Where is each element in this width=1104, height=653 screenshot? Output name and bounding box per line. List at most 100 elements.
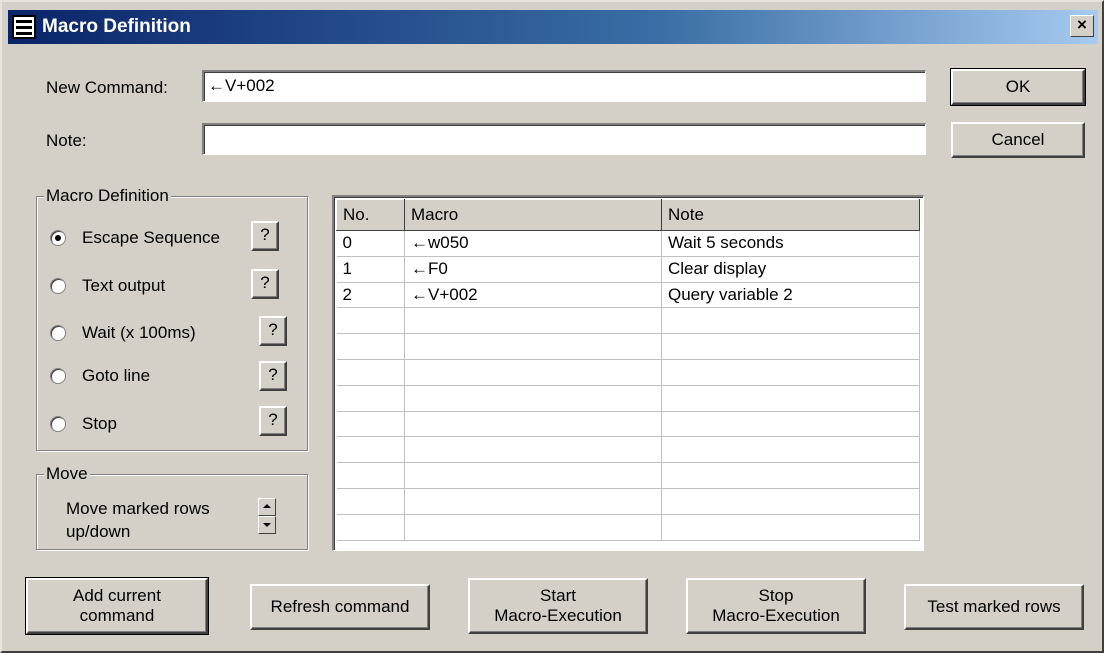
cell-no: 2 [336,282,405,309]
table-row-empty[interactable] [336,462,920,489]
table-row[interactable]: 1 ←F0 Clear display [336,256,920,283]
cell-empty [336,359,405,386]
radio-button[interactable] [50,325,66,341]
cell-empty [404,411,662,438]
column-header-note[interactable]: Note [661,199,920,231]
help-text-output-button[interactable]: ? [251,269,279,299]
add-button-label-line2: command [79,606,155,625]
cell-empty [336,436,405,464]
radio-selected-dot [55,235,61,241]
macro-table[interactable]: No. Macro Note 0 ←w050 Wait 5 seconds 1 … [332,195,924,551]
macro-definition-legend: Macro Definition [44,186,171,206]
cell-empty [336,514,405,541]
refresh-command-button[interactable]: Refresh command [250,584,430,630]
cell-empty [661,514,920,541]
start-button-label-line2: Macro-Execution [494,606,622,625]
new-command-field[interactable]: ←V+002 [202,70,926,102]
radio-button[interactable] [50,368,66,384]
move-down-button[interactable] [258,516,276,534]
table-row-empty[interactable] [336,333,920,360]
table-row-empty[interactable] [336,436,920,464]
cell-note: Wait 5 seconds [661,230,920,257]
help-goto-line-button[interactable]: ? [259,361,287,391]
stop-macro-execution-button[interactable]: Stop Macro-Execution [686,578,866,634]
radio-stop[interactable]: Stop [50,414,250,438]
cancel-button[interactable]: Cancel [951,122,1085,158]
cell-macro: ←F0 [404,256,662,283]
cell-empty [661,333,920,360]
cell-empty [661,385,920,412]
radio-button[interactable] [50,230,66,246]
table-row[interactable]: 2 ←V+002 Query variable 2 [336,282,920,309]
cell-empty [336,333,405,360]
arrow-up-icon [263,504,271,508]
table-row-empty[interactable] [336,514,920,541]
radio-label: Escape Sequence [82,228,220,247]
move-legend: Move [44,464,90,484]
help-escape-sequence-button[interactable]: ? [251,221,279,251]
radio-goto-line[interactable]: Goto line [50,366,250,390]
radio-wait[interactable]: Wait (x 100ms) [50,323,250,347]
add-current-command-button[interactable]: Add current command [25,577,209,635]
cell-empty [404,488,662,515]
title-bar[interactable]: Macro Definition × [8,10,1098,44]
cell-empty [661,488,920,515]
move-rows-label-line2: up/down [66,522,131,541]
help-stop-button[interactable]: ? [259,406,287,436]
cell-macro: ←V+002 [404,282,662,309]
radio-button[interactable] [50,278,66,294]
cell-macro: ←w050 [404,230,662,257]
start-button-label-line1: Start [540,586,576,605]
note-field[interactable] [202,123,926,155]
cancel-button-label: Cancel [991,130,1045,149]
column-header-no[interactable]: No. [336,199,405,231]
close-button[interactable]: × [1070,15,1094,37]
cell-empty [336,385,405,412]
window-menu-icon[interactable] [12,15,36,39]
move-rows-label-line1: Move marked rows [66,499,210,518]
new-command-label: New Command: [46,78,168,97]
cell-no: 1 [336,256,405,283]
radio-label: Goto line [82,366,151,385]
move-up-button[interactable] [258,498,276,516]
refresh-button-label: Refresh command [270,597,410,616]
add-button-label-line1: Add current [73,586,161,605]
stop-button-label-line1: Stop [758,586,794,605]
cell-empty [661,436,920,464]
table-row-empty[interactable] [336,488,920,515]
cell-note: Clear display [661,256,920,283]
radio-escape-sequence[interactable]: Escape Sequence [50,228,260,252]
cell-empty [661,411,920,438]
cell-note: Query variable 2 [661,282,920,309]
radio-text-output[interactable]: Text output [50,276,250,300]
cell-empty [404,385,662,412]
cell-empty [404,514,662,541]
radio-label: Text output [82,276,166,295]
radio-label: Stop [82,414,117,433]
test-marked-rows-button[interactable]: Test marked rows [904,584,1084,630]
table-row[interactable]: 0 ←w050 Wait 5 seconds [336,230,920,257]
cell-empty [404,359,662,386]
window-title: Macro Definition [42,16,191,37]
help-wait-button[interactable]: ? [259,316,287,346]
table-row-empty[interactable] [336,359,920,386]
column-header-macro[interactable]: Macro [404,199,662,231]
cell-empty [336,462,405,489]
cell-empty [404,333,662,360]
arrow-down-icon [263,523,271,527]
cell-empty [661,307,920,335]
start-macro-execution-button[interactable]: Start Macro-Execution [468,578,648,634]
cell-empty [404,462,662,489]
cell-empty [661,462,920,489]
test-button-label: Test marked rows [927,597,1061,616]
cell-empty [336,488,405,515]
ok-button[interactable]: OK [950,68,1086,106]
radio-label: Wait (x 100ms) [82,323,196,342]
cell-no: 0 [336,230,405,257]
cell-empty [661,359,920,386]
stop-button-label-line2: Macro-Execution [712,606,840,625]
table-row-empty[interactable] [336,307,920,335]
table-row-empty[interactable] [336,411,920,438]
radio-button[interactable] [50,416,66,432]
table-row-empty[interactable] [336,385,920,412]
